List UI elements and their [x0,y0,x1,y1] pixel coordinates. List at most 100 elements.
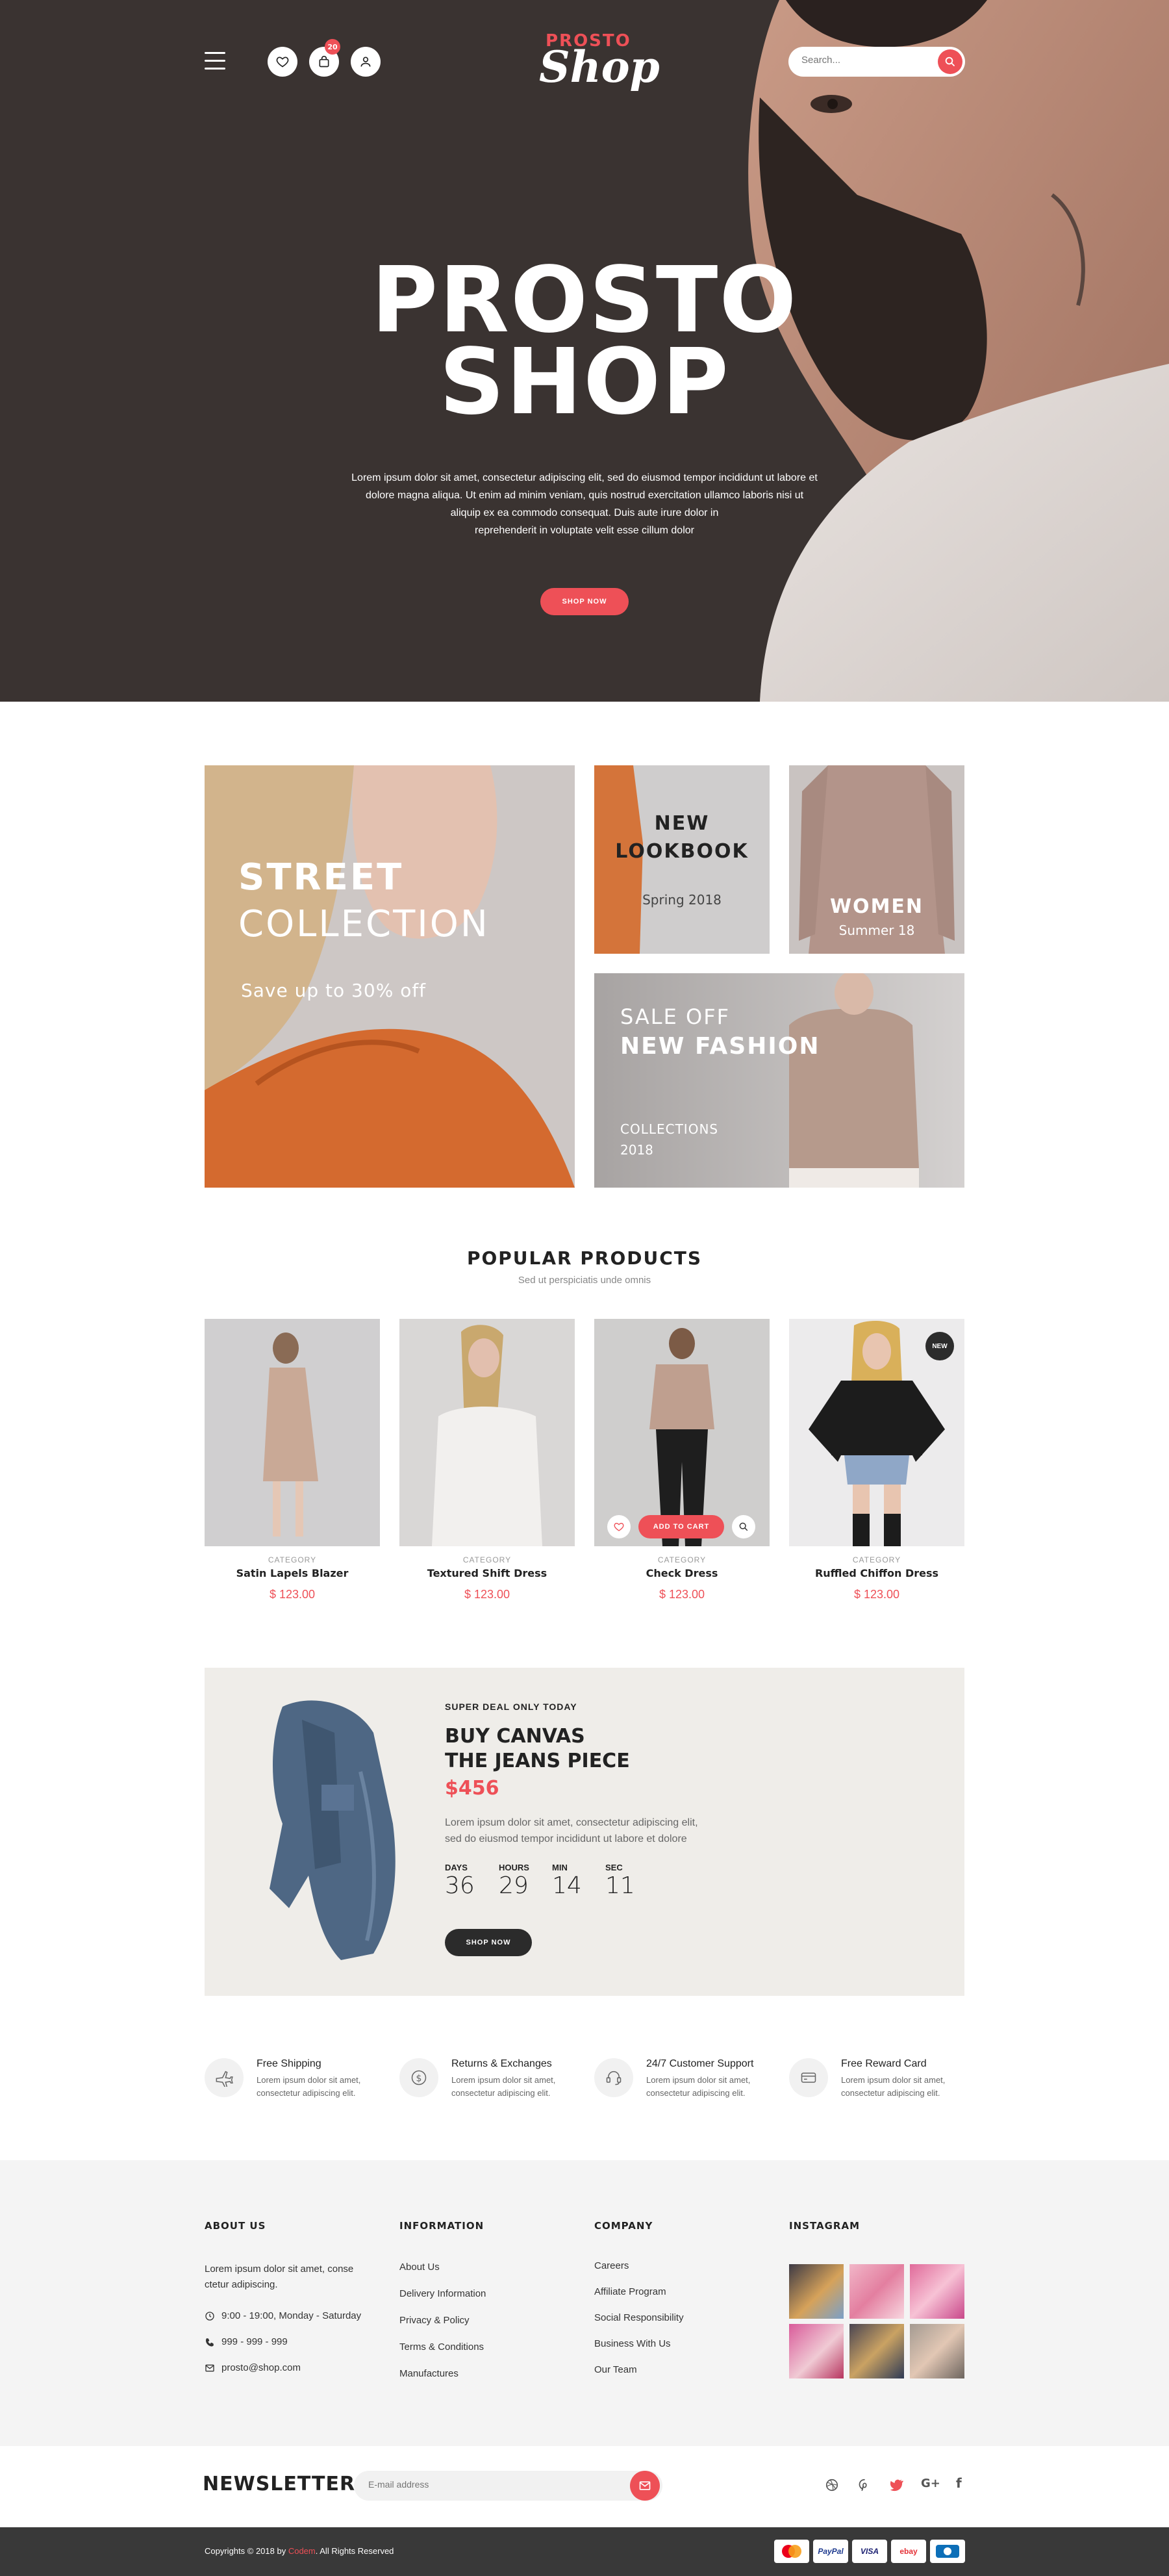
countdown-days: DAYS 36 [445,1863,503,1899]
product-image[interactable] [205,1319,380,1546]
footer-about-text: Lorem ipsum dolor sit amet, conse ctetur… [205,2262,393,2293]
feature-desc: Lorem ipsum dolor sit amet, consectetur … [841,2074,945,2100]
instagram-thumb[interactable] [789,2324,844,2378]
deal-shop-now-button[interactable]: SHOP NOW [445,1929,532,1956]
feature-support: 24/7 Customer Support Lorem ipsum dolor … [594,2058,783,2110]
feature-returns: $ Returns & Exchanges Lorem ipsum dolor … [399,2058,588,2110]
product-card[interactable]: CATEGORY Satin Lapels Blazer $ 123.00 [205,1319,380,1605]
instagram-thumb[interactable] [849,2264,904,2319]
copyright-brand-link[interactable]: Codem [288,2546,316,2556]
menu-icon[interactable] [205,52,225,75]
instagram-thumb[interactable] [849,2324,904,2378]
deal-price: $456 [445,1777,499,1800]
twitter-icon[interactable] [888,2478,904,2492]
feature-desc-line: consectetur adipiscing elit. [257,2088,356,2098]
countdown-value: 11 [605,1872,635,1899]
account-button[interactable] [351,47,381,77]
hero-section: 20 PROSTO Shop PROSTO SHOP Lorem ipsum d… [0,0,1169,702]
feature-desc-line: consectetur adipiscing elit. [646,2088,746,2098]
product-name[interactable]: Ruffled Chiffon Dress [789,1567,964,1579]
footer-link-social-responsibility[interactable]: Social Responsibility [594,2312,684,2323]
footer-phone-text: 999 - 999 - 999 [221,2336,288,2347]
dribbble-icon[interactable] [825,2478,839,2492]
newsletter-title: NEWSLETTER [203,2473,356,2495]
instagram-thumb[interactable] [910,2324,964,2378]
newsletter-email-input[interactable] [368,2479,615,2490]
product-card[interactable]: ADD TO CART CATEGORY Check Dress $ 123.0… [594,1319,770,1605]
hero-description: Lorem ipsum dolor sit amet, consectetur … [325,469,844,539]
footer-link-privacy[interactable]: Privacy & Policy [399,2315,470,2326]
footer-link-about-us[interactable]: About Us [399,2262,440,2273]
footer-link-affiliate[interactable]: Affiliate Program [594,2286,666,2297]
product-wishlist-button[interactable] [607,1515,631,1538]
hero-shop-now-button[interactable]: SHOP NOW [540,588,629,615]
footer-about-text-line: Lorem ipsum dolor sit amet, conse [205,2264,354,2275]
logo-script-text[interactable]: Shop [539,45,660,88]
bottom-bar: Copyrights © 2018 by Codem. All Rights R… [0,2527,1169,2576]
product-price: $ 123.00 [464,1588,510,1601]
footer-link-manufactures[interactable]: Manufactures [399,2368,459,2379]
street-title-line1: STREET [238,856,404,899]
newsletter-subscribe-button[interactable] [630,2471,660,2501]
visa-icon: VISA [852,2540,887,2563]
product-price: $ 123.00 [853,1588,900,1601]
lookbook-title-line2: LOOKBOOK [615,840,749,863]
search-icon [945,57,955,66]
product-image[interactable] [594,1319,770,1546]
product-quickview-button[interactable] [732,1515,755,1538]
newsletter-input-wrap [354,2471,662,2501]
pinterest-icon[interactable] [857,2478,872,2492]
countdown-value: 36 [445,1872,475,1899]
product-name[interactable]: Satin Lapels Blazer [205,1567,380,1579]
feature-desc-line: consectetur adipiscing elit. [451,2088,551,2098]
footer-email-text[interactable]: prosto@shop.com [221,2360,301,2376]
hero-title: PROSTO SHOP [260,255,909,428]
facebook-icon[interactable]: f [956,2475,962,2491]
search-input[interactable] [801,55,925,66]
product-category: CATEGORY [462,1555,512,1564]
countdown-value: 29 [499,1872,529,1899]
sale-banner[interactable]: SALE OFF NEW FASHION COLLECTIONS 2018 [594,973,964,1188]
product-image[interactable] [399,1319,575,1546]
search-button[interactable] [938,49,962,74]
footer-hours-text: 9:00 - 19:00, Monday - Saturday [221,2310,362,2321]
product-card[interactable]: NEW CATEGORY Ruffled Chiffon Dress $ 123… [789,1319,964,1605]
product-name[interactable]: Check Dress [594,1567,770,1579]
product-category: CATEGORY [657,1555,707,1564]
deal-title-line1: BUY CANVAS [445,1725,585,1748]
search-box [788,47,965,77]
jeans-jacket-image[interactable] [244,1694,412,1967]
footer-link-our-team[interactable]: Our Team [594,2364,637,2375]
footer-link-delivery[interactable]: Delivery Information [399,2288,486,2299]
lookbook-banner[interactable]: NEW LOOKBOOK Spring 2018 [594,765,770,954]
instagram-thumb[interactable] [910,2264,964,2319]
product-card[interactable]: CATEGORY Textured Shift Dress $ 123.00 [399,1319,575,1605]
hero-desc-line: dolore magna aliqua. Ut enim ad minim ve… [365,490,804,501]
dollar-icon: $ [399,2058,438,2097]
footer-hours: 9:00 - 19:00, Monday - Saturday [205,2308,361,2324]
discover-icon [930,2540,965,2563]
hero-desc-line: reprehenderit in voluptate velit esse ci… [475,525,694,536]
women-banner[interactable]: WOMEN Summer 18 [789,765,964,954]
countdown-label: SEC [605,1863,623,1872]
clock-icon [205,2312,214,2321]
feature-title: 24/7 Customer Support [646,2058,754,2069]
product-price: $ 123.00 [269,1588,316,1601]
feature-reward-card: Free Reward Card Lorem ipsum dolor sit a… [789,2058,977,2110]
instagram-thumb[interactable] [789,2264,844,2319]
footer-link-terms[interactable]: Terms & Conditions [399,2341,484,2353]
add-to-cart-button[interactable]: ADD TO CART [638,1515,724,1538]
ebay-icon: ebay [891,2540,926,2563]
footer-email[interactable]: prosto@shop.com [205,2360,301,2376]
footer-phone: 999 - 999 - 999 [205,2334,288,2350]
product-category: CATEGORY [852,1555,901,1564]
street-collection-banner[interactable]: STREET COLLECTION Save up to 30% off [205,765,575,1188]
mail-icon [205,2364,214,2372]
footer-link-careers[interactable]: Careers [594,2260,629,2271]
wishlist-button[interactable] [268,47,297,77]
sale-subtitle-line2: 2018 [620,1142,653,1158]
product-name[interactable]: Textured Shift Dress [399,1567,575,1579]
google-plus-icon[interactable]: G+ [921,2477,940,2490]
feature-desc-line: Lorem ipsum dolor sit amet, [646,2075,751,2085]
footer-link-business[interactable]: Business With Us [594,2338,671,2349]
